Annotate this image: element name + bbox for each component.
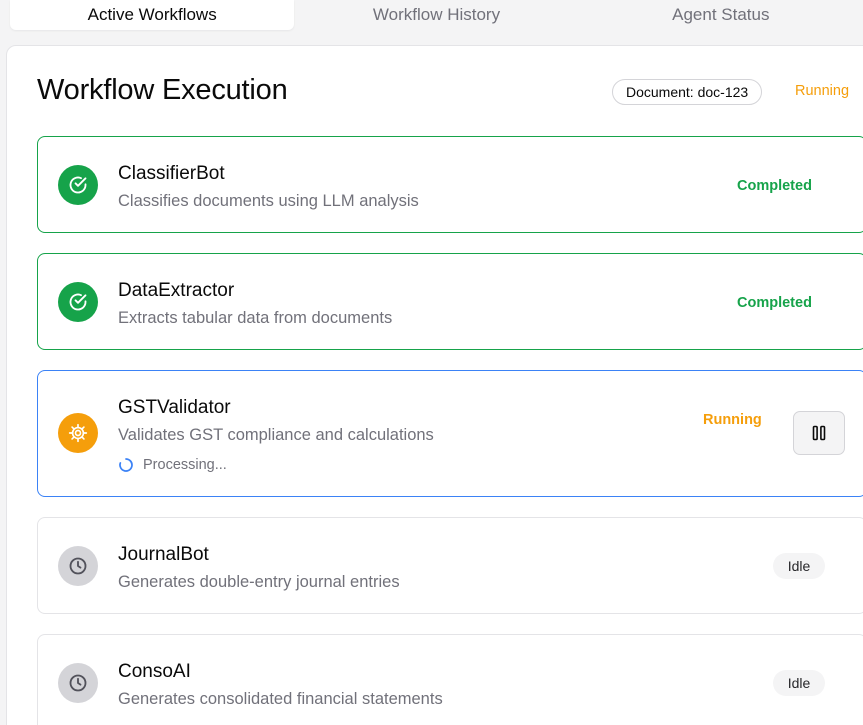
agent-card-gstvalidator[interactable]: GSTValidator Validates GST compliance an… — [37, 370, 863, 497]
status-badge: Idle — [773, 553, 825, 579]
gear-icon — [58, 413, 98, 453]
tab-bar: Active Workflows Workflow History Agent … — [10, 0, 863, 30]
clock-icon — [58, 663, 98, 703]
check-circle-icon — [58, 282, 98, 322]
pause-icon — [812, 425, 826, 441]
clock-icon — [58, 546, 98, 586]
pause-button[interactable] — [793, 411, 845, 455]
agent-description: Validates GST compliance and calculation… — [118, 426, 434, 444]
agent-name: DataExtractor — [118, 280, 235, 301]
agent-name: ConsoAI — [118, 661, 191, 682]
tab-workflow-history[interactable]: Workflow History — [294, 0, 578, 30]
agent-status: Running — [703, 412, 762, 428]
status-badge: Idle — [773, 670, 825, 696]
agent-description: Generates consolidated financial stateme… — [118, 690, 443, 708]
agent-card-journalbot[interactable]: JournalBot Generates double-entry journa… — [37, 517, 863, 614]
agent-name: GSTValidator — [118, 397, 231, 418]
agent-description: Classifies documents using LLM analysis — [118, 192, 419, 210]
agent-card-consoai[interactable]: ConsoAI Generates consolidated financial… — [37, 634, 863, 725]
agent-description: Extracts tabular data from documents — [118, 309, 393, 327]
processing-text: Processing... — [143, 457, 227, 473]
page-title: Workflow Execution — [37, 74, 288, 106]
tab-active-workflows[interactable]: Active Workflows — [10, 0, 295, 30]
agent-status: Completed — [737, 295, 812, 311]
agent-description: Generates double-entry journal entries — [118, 573, 400, 591]
processing-indicator: Processing... — [118, 457, 227, 473]
agent-status: Completed — [737, 178, 812, 194]
agent-card-classifierbot[interactable]: ClassifierBot Classifies documents using… — [37, 136, 863, 233]
document-badge: Document: doc-123 — [612, 79, 763, 105]
check-circle-icon — [58, 165, 98, 205]
workflow-status: Running — [795, 83, 850, 99]
tab-agent-status[interactable]: Agent Status — [579, 0, 863, 30]
spinner-icon — [119, 458, 133, 472]
agent-card-dataextractor[interactable]: DataExtractor Extracts tabular data from… — [37, 253, 863, 350]
agent-name: ClassifierBot — [118, 163, 225, 184]
agent-name: JournalBot — [118, 544, 209, 565]
